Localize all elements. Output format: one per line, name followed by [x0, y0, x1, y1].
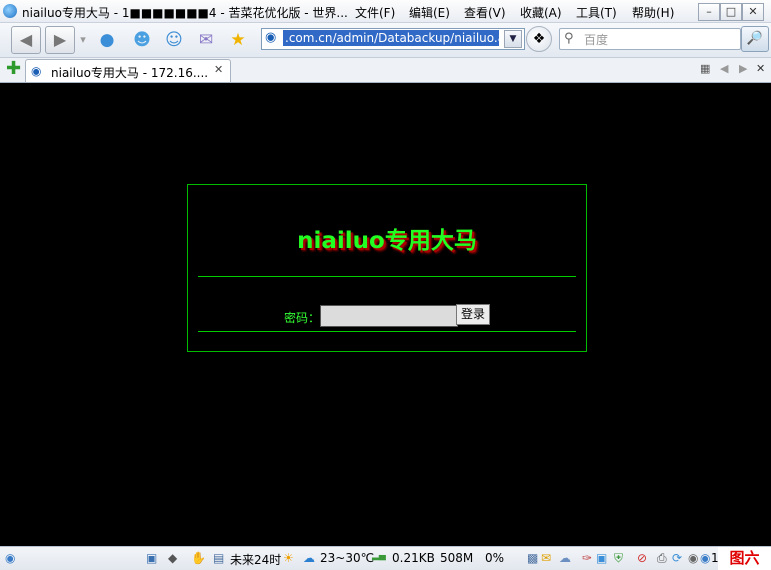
menu-favorites[interactable]: 收藏(A) [520, 4, 562, 21]
document-icon[interactable]: ▤ [213, 551, 224, 565]
tab-label: niailuo专用大马 - 172.16.... [51, 66, 209, 80]
window-title: niailuo专用大马 - 1■■■■■■■4 - 苦菜花优化版 - 世界... [22, 6, 348, 20]
globe-icon: ◉ [5, 551, 16, 565]
rain-cloud-icon: ☁ [303, 551, 315, 565]
tab-scroll-right-icon[interactable]: ▶ [739, 62, 747, 75]
figure-label: 图六 [718, 547, 771, 570]
signal-icon: ▂▄ [372, 551, 386, 561]
block-icon[interactable]: ⊘ [637, 551, 647, 565]
page-content: niailuo专用大马 密码： 登录 [0, 83, 771, 546]
sun-cloud-icon: ☀ [283, 551, 294, 565]
menu-edit[interactable]: 编辑(E) [409, 4, 450, 21]
minimize-button[interactable]: – [698, 3, 720, 21]
menu-file[interactable]: 文件(F) [355, 4, 395, 21]
tab-scroll-left-icon[interactable]: ◀ [720, 62, 728, 75]
zoom-globe-icon[interactable]: ◉ [700, 551, 710, 565]
diamond-icon[interactable]: ◆ [168, 551, 177, 565]
users-icon[interactable]: ☺ [162, 29, 186, 51]
monitor-icon[interactable]: ▣ [146, 551, 157, 565]
weather-forecast-label[interactable]: 未来24时 [230, 551, 281, 568]
window-icon[interactable]: ▩ [527, 551, 538, 565]
menu-view[interactable]: 查看(V) [464, 4, 506, 21]
menu-tools[interactable]: 工具(T) [576, 4, 617, 21]
network-speed: 0.21KB [392, 551, 435, 565]
cloud-icon[interactable]: ☁ [559, 551, 571, 565]
windows-logo-icon[interactable]: ❖ [526, 26, 552, 52]
back-button[interactable]: ◀ [11, 26, 41, 54]
mail-icon[interactable]: ✉ [194, 29, 218, 51]
memory-usage: 508M [440, 551, 474, 565]
ie-page-icon: ◉ [31, 64, 42, 78]
address-input[interactable]: .com.cn/admin/Databackup/niailuo.asp [283, 30, 499, 46]
close-all-tabs-button[interactable]: ✕ [756, 62, 765, 75]
user-icon[interactable]: ☻ [130, 29, 154, 51]
close-window-button[interactable]: ✕ [742, 3, 764, 21]
tab-close-icon[interactable]: ✕ [214, 63, 223, 76]
address-dropdown-button[interactable]: ▼ [504, 30, 522, 48]
envelope-icon[interactable]: ✉ [541, 551, 551, 565]
address-bar[interactable]: ◉ .com.cn/admin/Databackup/niailuo.asp ▼ [261, 28, 525, 50]
tab-list-icon[interactable]: ▦ [700, 62, 710, 75]
divider-bottom [198, 331, 576, 332]
browser-app-icon [3, 4, 17, 18]
login-title: niailuo专用大马 [297, 228, 477, 254]
temperature-range: 23~30℃ [320, 551, 375, 565]
refresh-icon[interactable]: ⟳ [672, 551, 682, 565]
menu-help[interactable]: 帮助(H) [632, 4, 674, 21]
tab-bar: ✚ ◉ niailuo专用大马 - 172.16.... ✕ ▦ ◀ ▶ ✕ [0, 58, 771, 83]
users-error-icon[interactable]: ● [95, 29, 119, 51]
status-bar: ◉ ▣ ◆ ✋ ▤ 未来24时 ☀ ☁ 23~30℃ ▂▄ 0.21KB 508… [0, 546, 771, 570]
search-input[interactable]: 百度 [584, 31, 608, 48]
binoculars-icon[interactable]: ◉ [688, 551, 698, 565]
history-dropdown-icon[interactable]: ▾ [76, 29, 90, 51]
new-tab-button[interactable]: ✚ [6, 60, 22, 78]
pen-icon[interactable]: ✑ [582, 551, 592, 565]
image-icon[interactable]: ▣ [596, 551, 607, 565]
search-icon: ⚲ [564, 31, 574, 46]
password-input[interactable] [320, 305, 458, 327]
forward-button[interactable]: ▶ [45, 26, 75, 54]
title-bar: niailuo专用大马 - 1■■■■■■■4 - 苦菜花优化版 - 世界...… [0, 0, 771, 23]
login-button[interactable]: 登录 [456, 304, 490, 325]
divider-top [198, 276, 576, 277]
shield-icon[interactable]: ⛨ [614, 551, 623, 566]
hand-icon[interactable]: ✋ [191, 551, 206, 565]
search-box[interactable]: ⚲ 百度 [559, 28, 741, 50]
navigation-toolbar: ◀ ▶ ▾ ● ☻ ☺ ✉ ★ ◉ .com.cn/admin/Databack… [0, 23, 771, 58]
cpu-usage: 0% [485, 551, 505, 565]
maximize-button[interactable]: □ [720, 3, 742, 21]
login-panel: niailuo专用大马 密码： 登录 [187, 184, 587, 352]
favorites-star-icon[interactable]: ★ [226, 29, 250, 51]
password-label: 密码： [284, 311, 321, 325]
tab-current[interactable]: ◉ niailuo专用大马 - 172.16.... ✕ [25, 59, 231, 82]
printer-icon[interactable]: ⎙ [657, 551, 667, 566]
page-favicon-icon: ◉ [265, 30, 277, 45]
search-go-button[interactable]: 🔎 [741, 26, 769, 52]
